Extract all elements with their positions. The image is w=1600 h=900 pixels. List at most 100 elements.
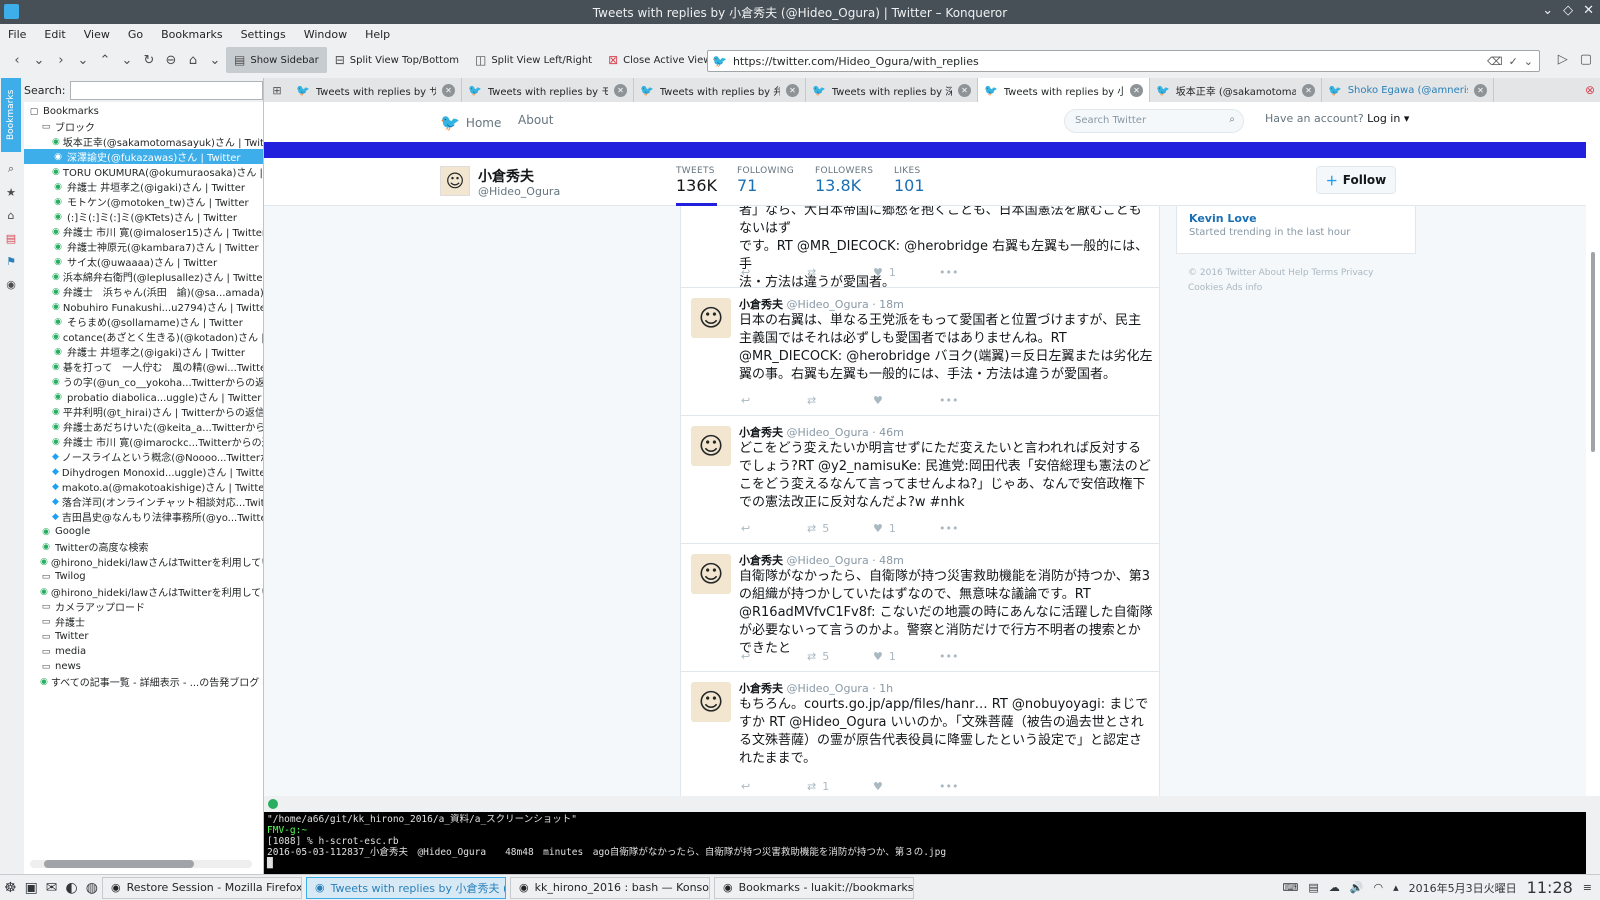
reply-icon[interactable]: ↩	[741, 394, 807, 407]
history-icon[interactable]: ▤	[6, 232, 16, 245]
avatar[interactable]: ☺	[691, 682, 731, 722]
browser-tab[interactable]: 🐦 Shoko Egawa (@amneris84)... ✕	[1322, 78, 1494, 102]
like-icon[interactable]: ♥ 1	[873, 650, 939, 663]
mail-launcher-icon[interactable]: ✉	[46, 880, 58, 896]
maximize-icon[interactable]: ◇	[1563, 3, 1573, 18]
tweet-partial[interactable]: 者」なら、大日本帝国に郷愁を抱くことも、日本国憲法を厭むこともないはず です。R…	[681, 206, 1159, 290]
trend-item[interactable]: Kevin Love Started trending in the last …	[1176, 206, 1416, 254]
up-icon[interactable]: ⌃	[94, 49, 116, 71]
new-tab-icon[interactable]: ⊞	[264, 78, 290, 102]
kde-menu-icon[interactable]: ☸	[4, 880, 17, 896]
bookmark-item[interactable]: ◉ cotance(あざとく生きる)(@kotadon)さん | Tw	[24, 329, 263, 345]
bookmark-item[interactable]: ◆ ノースライムという概念(@Noooo...Twitterから	[24, 449, 263, 465]
like-icon[interactable]: ♥	[873, 780, 939, 793]
stat-likes[interactable]: LIKES 101	[894, 166, 925, 195]
close-tab-icon[interactable]: ✕	[1302, 83, 1315, 97]
browser-tab[interactable]: 🐦 Tweets with replies by 弁... ✕	[634, 78, 806, 102]
tweet-author-name[interactable]: 小倉秀夫	[739, 554, 783, 567]
updates-icon[interactable]: ☁	[1329, 881, 1340, 894]
terminal-output[interactable]: "/home/a66/git/kk_hirono_2016/a_資料/a_スクリ…	[264, 812, 1586, 874]
menu-settings[interactable]: Settings	[241, 28, 286, 41]
keyboard-icon[interactable]: ⌨	[1283, 881, 1299, 894]
browser-launcher-icon[interactable]: ◍	[86, 880, 98, 896]
bookmark-item[interactable]: ◉ モトケン(@motoken_tw)さん | Twitter	[24, 194, 263, 210]
bookmark-item[interactable]: ◉ 碁を打って 一人佇む 風の精(@wi...Twitter	[24, 359, 263, 375]
menu-edit[interactable]: Edit	[44, 28, 65, 41]
bookmark-item[interactable]: ◆ makoto.a(@makotoakishige)さん | Twitter	[24, 479, 263, 495]
up-history-chevron-icon[interactable]: ⌄	[116, 49, 138, 71]
menu-go[interactable]: Go	[128, 28, 143, 41]
trend-title[interactable]: Kevin Love	[1189, 212, 1403, 225]
bookmark-item[interactable]: ◉ 弁護士 市川 寛(@imarockc...Twitterからの返	[24, 434, 263, 450]
browser-tab[interactable]: 🐦 Tweets with replies by 小... ✕	[978, 78, 1150, 102]
close-icon[interactable]: ✕	[1583, 3, 1594, 18]
close-tab-icon[interactable]: ✕	[786, 83, 799, 97]
bookmark-item[interactable]: ◉ 深澤諭史(@fukazawas)さん | Twitter	[24, 149, 263, 164]
bookmark-item[interactable]: ◉ 平井利明(@t_hirai)さん | Twitterからの返信付	[24, 404, 263, 420]
flag-icon[interactable]: ⚑	[6, 255, 16, 268]
stat-tweets[interactable]: TWEETS 136K	[676, 166, 718, 206]
twitter-home-link[interactable]: 🐦 Home	[440, 113, 501, 132]
tweet-author-name[interactable]: 小倉秀夫	[739, 298, 783, 311]
menu-view[interactable]: View	[84, 28, 110, 41]
avatar[interactable]: ☺	[440, 166, 470, 196]
close-tab-icon[interactable]: ✕	[958, 83, 971, 97]
bookmark-item[interactable]: ◉ 弁護士 市川 寛(@imaloser15)さん | Twitter	[24, 224, 263, 240]
url-history-chevron-icon[interactable]: ⌄	[1524, 55, 1533, 68]
retweet-icon[interactable]: ⇄ 5	[807, 650, 873, 663]
retweet-icon[interactable]: ⇄	[807, 394, 873, 407]
reply-icon[interactable]: ↩	[741, 780, 807, 793]
home-chevron-icon[interactable]: ⌄	[204, 49, 226, 71]
clipboard-icon[interactable]: ▤	[1308, 881, 1318, 894]
sidebar-horizontal-scrollbar[interactable]	[30, 860, 252, 868]
url-field[interactable]: 🐦 https://twitter.com/Hideo_Ogura/with_r…	[707, 50, 1540, 72]
taskbar-task[interactable]: ◉ Tweets with replies by 小倉秀夫 (@	[305, 876, 506, 899]
avatar[interactable]: ☺	[691, 426, 731, 466]
sidebar-search-input[interactable]	[69, 80, 263, 100]
firefox-launcher-icon[interactable]: ◐	[66, 880, 78, 896]
bookmark-item[interactable]: ◉ サイ太(@uwaaaa)さん | Twitter	[24, 254, 263, 270]
bookmark-item[interactable]: ◉ 弁護士神原元(@kambara7)さん | Twitter	[24, 239, 263, 255]
more-icon[interactable]: •••	[939, 780, 1005, 793]
bookmark-item[interactable]: ◉ そらまめ(@sollamame)さん | Twitter	[24, 314, 263, 330]
twitter-about-link[interactable]: About	[518, 113, 553, 127]
back-history-chevron-icon[interactable]: ⌄	[28, 49, 50, 71]
clear-url-icon[interactable]: ⌫	[1487, 55, 1503, 68]
home-icon[interactable]: ⌂	[182, 49, 204, 71]
avatar[interactable]: ☺	[691, 298, 731, 338]
tweet-timestamp[interactable]: · 1h	[872, 682, 893, 695]
tray-expand-icon[interactable]: ▴	[1393, 881, 1399, 894]
search-icon[interactable]: ⌕	[1229, 114, 1235, 125]
chevron-down-icon[interactable]: ▾	[1404, 112, 1410, 125]
bookmark-item[interactable]: ◉ 弁護士 井垣孝之(@igaki)さん | Twitter	[24, 179, 263, 195]
volume-icon[interactable]: 🔊	[1350, 881, 1364, 894]
retweet-icon[interactable]: ⇄	[807, 266, 873, 279]
tweet-timestamp[interactable]: · 48m	[872, 554, 904, 567]
bookmark-folder[interactable]: ▭ Twilog	[24, 569, 263, 584]
bookmarks-sidebar-tab[interactable]: Bookmarks	[1, 78, 21, 152]
split-view-top-bottom-button[interactable]: ⊟ Split View Top/Bottom	[327, 47, 467, 73]
bookmark-item[interactable]: ◆ Dihydrogen Monoxid...uggle)さん | Twitter	[24, 464, 263, 480]
scrollbar-thumb[interactable]	[1591, 252, 1595, 452]
like-icon[interactable]: ♥	[873, 394, 939, 407]
bookmark-item[interactable]: ◉ 弁護士 浜ちゃん(浜田 諭)(@sa...amada)さ	[24, 284, 263, 300]
more-icon[interactable]: •••	[939, 394, 1005, 407]
tweet-author-handle[interactable]: @Hideo_Ogura	[787, 682, 869, 695]
forward-icon[interactable]: ›	[50, 49, 72, 71]
clock[interactable]: 11:28	[1527, 878, 1573, 897]
bookmark-item[interactable]: ◉ Twitterの高度な検索	[24, 539, 263, 555]
browser-tab[interactable]: 🐦 Tweets with replies by サ... ✕	[290, 78, 462, 102]
bookmark-item[interactable]: ◉ (:]ミ(:]ミ(:]ミ(@KTets)さん | Twitter	[24, 209, 263, 225]
tweet-timestamp[interactable]: · 18m	[872, 298, 904, 311]
bookmark-item[interactable]: ◆ 落合洋司(オンラインチャット相談対応...Twitter	[24, 494, 263, 510]
bookmark-item[interactable]: ◉ TORU OKUMURA(@okumuraosaka)さん | Tw	[24, 164, 263, 180]
tweet[interactable]: ☺ 小倉秀夫 @Hideo_Ogura · 1h もちろん。courts.go.jp…	[681, 672, 1159, 796]
close-tab-icon[interactable]: ✕	[442, 83, 455, 97]
reload-icon[interactable]: ↻	[138, 49, 160, 71]
tweet[interactable]: ☺ 小倉秀夫 @Hideo_Ogura · 46m どこをどう変えたいか明言せずにた…	[681, 416, 1159, 544]
bookmark-item[interactable]: ◉ Nobuhiro Funakushi...u2794)さん | Twitter	[24, 299, 263, 315]
bookmark-item[interactable]: ◉ 弁護士 井垣孝之(@igaki)さん | Twitter	[24, 344, 263, 360]
go-icon[interactable]: ▷	[1558, 52, 1568, 67]
retweet-icon[interactable]: ⇄ 1	[807, 780, 873, 793]
profile-name[interactable]: 小倉秀夫	[478, 166, 534, 186]
